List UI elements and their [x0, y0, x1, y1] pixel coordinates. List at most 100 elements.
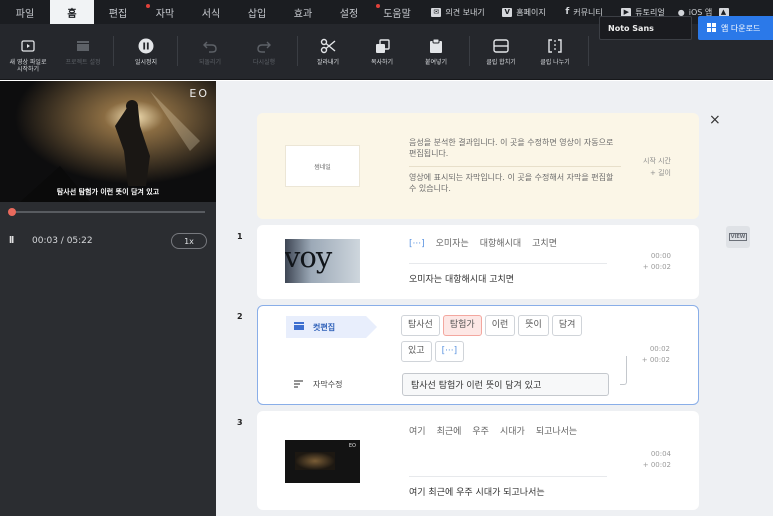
- pause-button[interactable]: 일시정지: [122, 24, 170, 80]
- facebook-icon: f: [565, 7, 570, 17]
- speech-word[interactable]: 우주: [472, 425, 489, 440]
- undo-button[interactable]: 되돌리기: [188, 24, 232, 80]
- homepage-link[interactable]: V 홈페이지: [494, 0, 554, 24]
- help-time-legend: 시작 시간 + 길이: [643, 155, 671, 179]
- menu-label: 홈: [67, 8, 77, 20]
- speech-word[interactable]: 시대가: [500, 425, 525, 440]
- redo-icon: [257, 37, 271, 55]
- redo-label: 다시실행: [252, 59, 276, 66]
- app-download-button[interactable]: 앱 다운로드: [698, 16, 773, 40]
- play-screen-icon: [21, 37, 35, 55]
- clip-merge-button[interactable]: 클립 합치기: [478, 24, 524, 80]
- playback-time: 00:03 / 05:22: [32, 236, 93, 246]
- menu-subtitle[interactable]: 자막: [142, 0, 188, 24]
- clip-timing: 00:00 + 00:02: [643, 251, 671, 273]
- menu-label: 파일: [15, 8, 35, 20]
- help-divider: [409, 166, 621, 167]
- silence-marker[interactable]: [···]: [409, 237, 425, 252]
- paste-button[interactable]: 붙여넣기: [414, 24, 458, 80]
- cut-button[interactable]: 잘라내기: [306, 24, 350, 80]
- clip-duration: + 00:02: [642, 461, 671, 469]
- menu-edit[interactable]: 편집: [94, 0, 142, 24]
- new-project-button[interactable]: 새 영상 파일로 시작하기: [3, 24, 53, 80]
- cut-edit-tag: 컷편집: [286, 316, 377, 338]
- new-badge-dot: [376, 4, 380, 8]
- clip-start-time: 00:00: [650, 252, 671, 260]
- speech-word[interactable]: 고치면: [532, 237, 557, 252]
- feedback-link[interactable]: ✉ 의견 보내기: [422, 0, 494, 24]
- view-toggle-button[interactable]: VIEW: [726, 226, 750, 248]
- subtitle-input[interactable]: 탐사선 탐험가 이런 뜻이 담겨 있고: [402, 373, 609, 396]
- thumbnail-logo: EO: [348, 443, 356, 449]
- speech-word[interactable]: 오미자는: [436, 237, 469, 252]
- menu-label: 서식: [201, 8, 221, 20]
- menu-format[interactable]: 서식: [188, 0, 234, 24]
- speech-word[interactable]: 여기: [409, 425, 426, 440]
- clapper-icon: [294, 322, 304, 332]
- subtitle-edit-tag: 자막수정: [294, 379, 342, 390]
- channel-logo: EO: [189, 87, 209, 100]
- clip-duration: + 00:02: [641, 356, 670, 364]
- speech-word[interactable]: 최근에: [437, 425, 462, 440]
- align-left-icon: [294, 379, 303, 390]
- menu-settings[interactable]: 설정: [326, 0, 372, 24]
- clip-split-button[interactable]: 클립 나누기: [532, 24, 578, 80]
- copy-button[interactable]: 복사하기: [360, 24, 404, 80]
- speech-words: 여기 최근에 우주 시대가 되고나서는: [409, 425, 609, 440]
- help-start-time: 시작 시간: [643, 157, 671, 165]
- pause-icon[interactable]: ll: [9, 236, 14, 246]
- word-chip[interactable]: 있고: [401, 341, 432, 362]
- menu-label: 삽입: [247, 8, 267, 20]
- word-chip[interactable]: 뜻이: [518, 315, 549, 336]
- clip-card[interactable]: voy [···] 오미자는 대항해시대 고치면 오미자는 대항해시대 고치면 …: [257, 225, 699, 299]
- close-icon[interactable]: ×: [709, 112, 721, 128]
- view-icon: VIEW: [728, 233, 748, 241]
- menu-label: 편집: [108, 8, 128, 20]
- clip-card[interactable]: EO 여기 최근에 우주 시대가 되고나서는 여기 최근에 우주 시대가 되고나…: [257, 411, 699, 510]
- thumbnail-placeholder: 썸네일: [285, 145, 360, 187]
- seek-handle[interactable]: [7, 208, 16, 216]
- clip-card-selected[interactable]: 컷편집 탐사선 탐험가 이런 뜻이 담겨 있고 [···] 자막수정 탐사선 탐…: [257, 305, 699, 405]
- app-download-label: 앱 다운로드: [721, 23, 761, 33]
- word-chip-selected[interactable]: 탐험가: [442, 315, 482, 336]
- menu-label: 자막: [155, 8, 175, 20]
- silence-chip[interactable]: [···]: [434, 341, 465, 362]
- menu-insert[interactable]: 삽입: [234, 0, 280, 24]
- seek-bar[interactable]: [7, 208, 205, 216]
- help-card: 썸네일 음성을 분석한 결과입니다. 이 곳을 수정하면 영상이 자동으로 편집…: [257, 113, 699, 219]
- playback-speed-button[interactable]: 1x: [171, 233, 207, 249]
- windows-icon: [707, 22, 716, 34]
- clip-number: 1: [237, 232, 243, 241]
- menu-label: 설정: [339, 8, 359, 20]
- video-preview[interactable]: EO 탐사선 탐험가 이런 뜻이 담겨 있고: [0, 81, 216, 202]
- toolbar-divider: [113, 36, 114, 66]
- subtitle-text[interactable]: 오미자는 대항해시대 고치면: [409, 272, 514, 285]
- clip-merge-label: 클립 합치기: [486, 59, 516, 66]
- word-chip[interactable]: 이런: [484, 315, 516, 336]
- project-settings-button[interactable]: 프로젝트 설정: [58, 24, 108, 80]
- toolbar-divider: [588, 36, 589, 66]
- word-chip[interactable]: 담겨: [551, 315, 583, 336]
- menu-effects[interactable]: 효과: [280, 0, 326, 24]
- thumbnail-light: [295, 452, 335, 470]
- copy-label: 복사하기: [370, 59, 394, 66]
- redo-button[interactable]: 다시실행: [242, 24, 286, 80]
- cut-edit-label: 컷편집: [313, 322, 336, 332]
- link-label: 커뮤니티: [573, 7, 603, 17]
- clip-timing: 00:04 + 00:02: [643, 449, 671, 471]
- cut-label: 잘라내기: [316, 59, 340, 66]
- clip-divider: [409, 476, 607, 477]
- word-chip[interactable]: 탐사선: [401, 315, 440, 336]
- font-select[interactable]: Noto Sans: [599, 16, 692, 40]
- clip-thumbnail: EO: [285, 440, 360, 483]
- menu-help[interactable]: 도움말: [372, 0, 422, 24]
- menu-home[interactable]: 홈: [50, 0, 94, 24]
- menu-label: 효과: [293, 8, 313, 20]
- clip-number: 2: [237, 312, 243, 321]
- help-subtitle-text: 영상에 표시되는 자막입니다. 이 곳을 수정해서 자막을 편집할 수 있습니다…: [409, 173, 614, 193]
- subtitle-text[interactable]: 여기 최근에 우주 시대가 되고나서는: [409, 485, 545, 498]
- speech-word[interactable]: 대항해시대: [480, 237, 521, 252]
- speech-word[interactable]: 되고나서는: [536, 425, 577, 440]
- menu-file[interactable]: 파일: [0, 0, 50, 24]
- menu-label: 도움말: [383, 8, 411, 20]
